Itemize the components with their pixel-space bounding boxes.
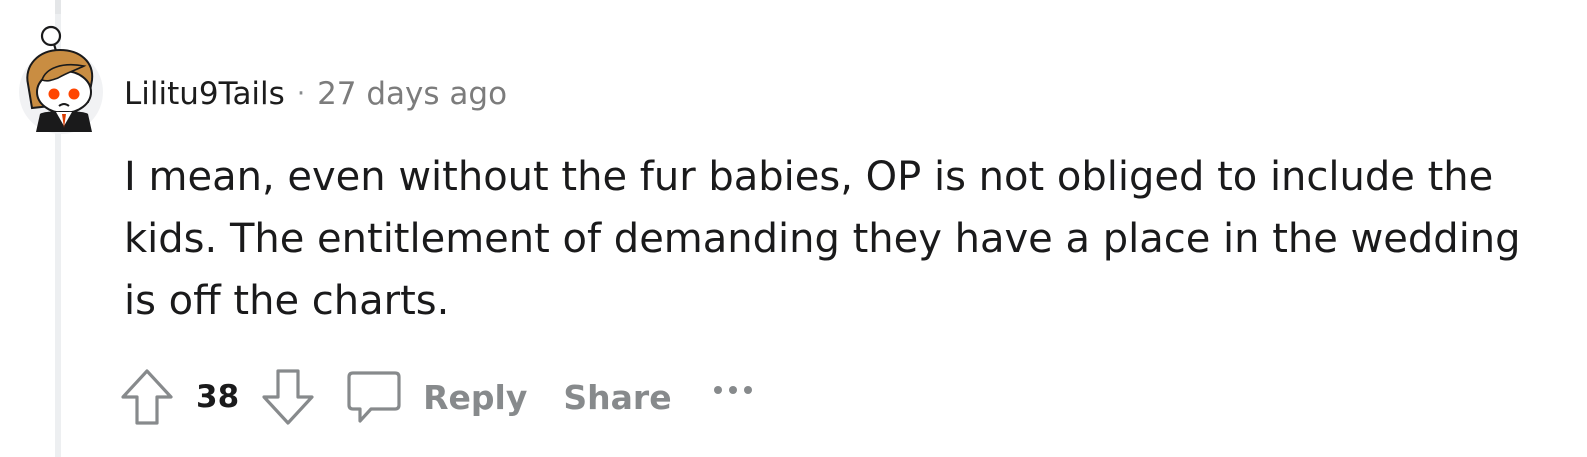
reply-button[interactable]: Reply [345,368,527,426]
ellipsis-icon [743,386,752,394]
comment-body: I mean, even without the fur babies, OP … [124,154,1521,324]
ellipsis-icon [713,386,722,394]
user-avatar[interactable] [18,22,106,134]
author-username[interactable]: Lilitu9Tails [124,76,285,112]
comment-action-bar: 38 Reply Share [118,364,752,430]
vote-score: 38 [196,379,240,415]
reply-label: Reply [423,377,528,417]
speech-bubble-icon [347,371,401,423]
more-options-button[interactable] [713,370,752,424]
comment-timestamp[interactable]: 27 days ago [317,76,507,112]
upvote-button[interactable] [118,366,176,428]
arrow-down-outline-icon [262,369,314,425]
downvote-button[interactable] [259,366,317,428]
snoo-avatar-icon [19,25,103,134]
arrow-up-outline-icon [121,369,173,425]
thread-line-top [55,0,61,14]
ellipsis-icon [728,386,737,394]
comment-meta: Lilitu9Tails · 27 days ago [124,72,507,116]
meta-separator: · [296,79,306,109]
share-button[interactable]: Share [563,378,671,417]
